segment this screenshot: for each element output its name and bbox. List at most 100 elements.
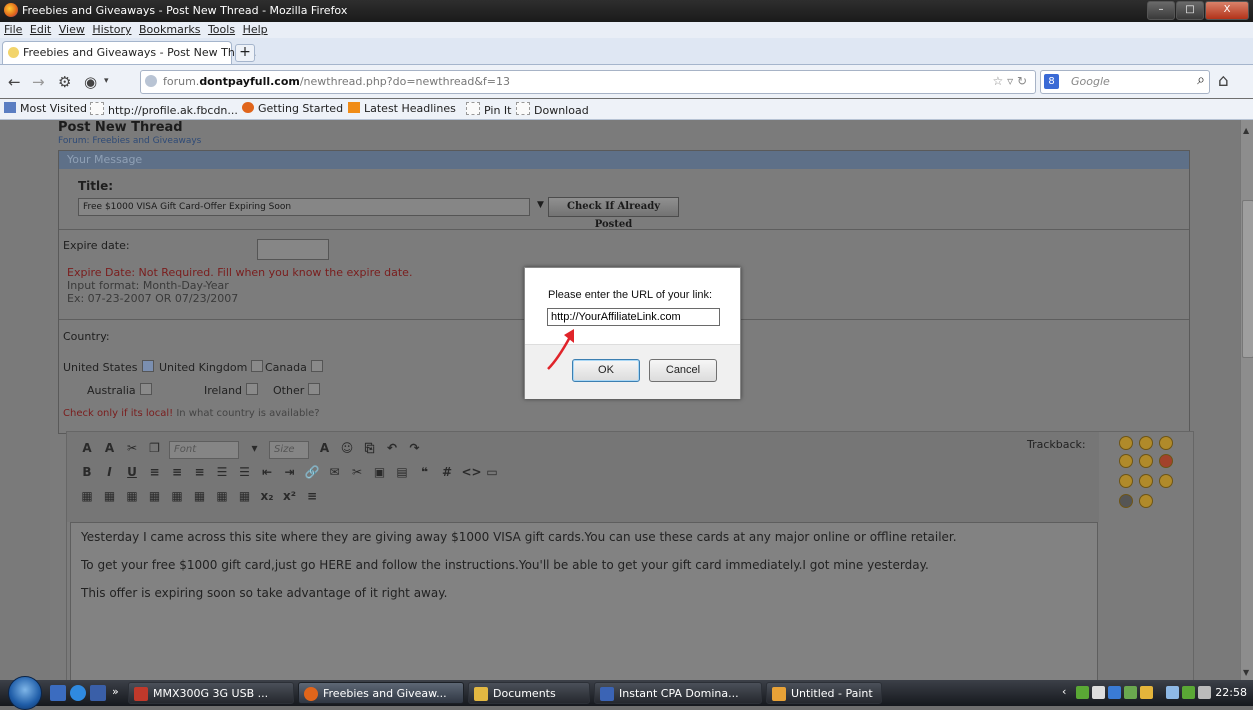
hash-icon[interactable]: # — [439, 464, 455, 480]
menu-view[interactable]: View — [59, 22, 85, 38]
search-icon[interactable]: ⌕ — [1197, 72, 1205, 88]
menu-tools[interactable]: Tools — [208, 22, 235, 38]
dropdown-arrow-icon[interactable]: ▾ — [104, 76, 109, 86]
taskbar-clock[interactable]: 22:58 — [1215, 686, 1247, 699]
country-ireland[interactable]: Ireland — [204, 383, 259, 397]
attach-icon[interactable]: ⎘ — [362, 440, 378, 456]
unordered-list-icon[interactable]: ☰ — [237, 464, 253, 480]
web-of-trust-icon[interactable]: ◉ — [84, 73, 97, 91]
switch-mode-icon[interactable]: A — [79, 440, 95, 456]
cancel-button[interactable]: Cancel — [649, 359, 717, 382]
table-row-icon[interactable]: ▦ — [102, 488, 118, 504]
rolleyes-icon[interactable] — [1119, 494, 1133, 508]
outdent-icon[interactable]: ⇤ — [259, 464, 275, 480]
align-left-icon[interactable]: ≡ — [147, 464, 163, 480]
country-uk[interactable]: United Kingdom — [159, 360, 264, 374]
align-center-icon[interactable]: ≡ — [169, 464, 185, 480]
menu-help[interactable]: Help — [243, 22, 268, 38]
remove-format-icon[interactable]: A — [102, 440, 118, 456]
insert-video-icon[interactable]: ▤ — [394, 464, 410, 480]
email-link-icon[interactable]: ✉ — [327, 464, 343, 480]
bookmark-download[interactable]: Download — [516, 102, 589, 117]
italic-icon[interactable]: I — [102, 464, 118, 480]
scroll-thumb[interactable] — [1242, 200, 1253, 358]
ordered-list-icon[interactable]: ☰ — [214, 464, 230, 480]
confused-icon[interactable] — [1139, 454, 1153, 468]
new-tab-button[interactable]: + — [235, 44, 255, 62]
cool-icon[interactable] — [1139, 474, 1153, 488]
addon-icon[interactable]: ⚙ — [58, 73, 71, 91]
smile-icon[interactable] — [1119, 436, 1133, 450]
taskbar-item-mmx300g[interactable]: MMX300G 3G USB ... — [128, 682, 294, 704]
tongue-icon[interactable] — [1119, 474, 1133, 488]
copy-icon[interactable]: ❐ — [147, 440, 163, 456]
expire-date-input[interactable] — [257, 239, 329, 260]
grin-icon[interactable] — [1139, 436, 1153, 450]
menu-bookmarks[interactable]: Bookmarks — [139, 22, 200, 38]
superscript-icon[interactable]: x² — [282, 488, 298, 504]
code-icon[interactable]: <> — [462, 464, 482, 480]
checkbox-australia[interactable] — [139, 383, 152, 395]
page-scrollbar[interactable]: ▲ ▼ — [1240, 120, 1253, 680]
bookmark-getting-started[interactable]: Getting Started — [242, 102, 343, 115]
country-canada[interactable]: Canada — [265, 360, 323, 374]
table-delete-icon[interactable]: ▦ — [192, 488, 208, 504]
close-button[interactable]: X — [1205, 1, 1249, 20]
tray-warning-icon[interactable] — [1140, 686, 1153, 699]
message-textarea[interactable]: Yesterday I came across this site where … — [70, 522, 1098, 680]
menu-file[interactable]: File — [4, 22, 22, 38]
bookmark-most-visited[interactable]: Most Visited — [4, 102, 87, 115]
tray-network-icon[interactable] — [1108, 686, 1121, 699]
insert-link-icon[interactable]: 🔗 — [304, 464, 320, 480]
taskbar-item-documents[interactable]: Documents — [468, 682, 590, 704]
undo-icon[interactable]: ↶ — [384, 440, 400, 456]
menu-edit[interactable]: Edit — [30, 22, 51, 38]
search-box[interactable]: 8 Google ⌕ — [1040, 70, 1210, 94]
bookmark-star-icon[interactable]: ☆ ▿ ↻ — [993, 74, 1027, 88]
underline-icon[interactable]: U — [124, 464, 140, 480]
taskbar-item-word[interactable]: Instant CPA Domina... — [594, 682, 762, 704]
scroll-up-icon[interactable]: ▲ — [1243, 126, 1249, 135]
maximize-button[interactable]: □ — [1176, 1, 1204, 20]
home-icon[interactable]: ⌂ — [1218, 71, 1229, 91]
table-split-icon[interactable]: ▦ — [169, 488, 185, 504]
tray-app-icon[interactable] — [1076, 686, 1089, 699]
cut-icon[interactable]: ✂ — [124, 440, 140, 456]
tray-antivirus-icon[interactable] — [1124, 686, 1137, 699]
mad-icon[interactable] — [1159, 454, 1173, 468]
table-props-icon[interactable]: ▦ — [214, 488, 230, 504]
bookmark-pin-it[interactable]: Pin It — [466, 102, 511, 117]
tray-monitor-icon[interactable] — [1092, 686, 1105, 699]
subscript-icon[interactable]: x₂ — [259, 488, 275, 504]
eek-icon[interactable] — [1159, 474, 1173, 488]
address-bar[interactable]: forum.dontpayfull.com/newthread.php?do=n… — [140, 70, 1036, 94]
media-player-icon[interactable] — [90, 685, 106, 701]
search-engine-icon[interactable]: 8 — [1044, 74, 1059, 89]
window-titlebar[interactable]: Freebies and Giveaways - Post New Thread… — [0, 0, 1253, 22]
tray-power-icon[interactable] — [1166, 686, 1179, 699]
bookmark-latest-headlines[interactable]: Latest Headlines — [348, 102, 456, 115]
php-icon[interactable]: ▭ — [484, 464, 500, 480]
forward-arrow-icon[interactable]: → — [32, 73, 45, 91]
quicklaunch-overflow[interactable]: » — [112, 685, 119, 698]
strike-icon[interactable]: ≡ — [304, 488, 320, 504]
font-select[interactable]: Font — [169, 441, 239, 459]
internet-explorer-icon[interactable] — [70, 685, 86, 701]
back-arrow-icon[interactable]: ← — [8, 73, 21, 91]
redface-icon[interactable] — [1139, 494, 1153, 508]
align-right-icon[interactable]: ≡ — [192, 464, 208, 480]
title-dropdown-icon[interactable]: ▼ — [537, 200, 544, 210]
table-icon[interactable]: ▦ — [79, 488, 95, 504]
bold-icon[interactable]: B — [79, 464, 95, 480]
volume-icon[interactable] — [1198, 686, 1211, 699]
size-select[interactable]: Size — [269, 441, 309, 459]
checkbox-other[interactable] — [308, 383, 321, 395]
table-merge-icon[interactable]: ▦ — [147, 488, 163, 504]
check-if-posted-button[interactable]: Check If Already Posted — [548, 197, 679, 230]
checkbox-uk[interactable] — [251, 360, 264, 372]
unlink-icon[interactable]: ✂ — [349, 464, 365, 480]
wink-icon[interactable] — [1159, 436, 1173, 450]
indent-icon[interactable]: ⇥ — [282, 464, 298, 480]
table-col-icon[interactable]: ▦ — [124, 488, 140, 504]
redo-icon[interactable]: ↷ — [407, 440, 423, 456]
